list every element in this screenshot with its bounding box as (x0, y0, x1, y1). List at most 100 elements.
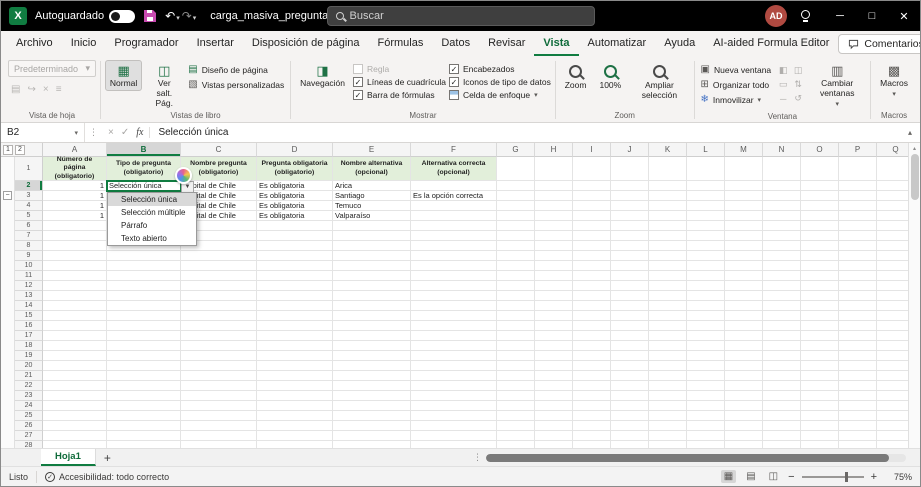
cell-E12[interactable] (333, 281, 411, 291)
cell-K7[interactable] (649, 231, 687, 241)
cell-K19[interactable] (649, 351, 687, 361)
cell-D11[interactable] (257, 271, 333, 281)
cell-O27[interactable] (801, 431, 839, 441)
cell-I11[interactable] (573, 271, 611, 281)
cell-L3[interactable] (687, 191, 725, 201)
cell-I24[interactable] (573, 401, 611, 411)
cell-I18[interactable] (573, 341, 611, 351)
cell-J28[interactable] (611, 441, 649, 448)
cell-B21[interactable] (107, 371, 181, 381)
cell-Q22[interactable] (877, 381, 908, 391)
cell-J5[interactable] (611, 211, 649, 221)
formula-bar-checkbox[interactable]: ✓Barra de fórmulas (353, 90, 446, 100)
cell-L6[interactable] (687, 221, 725, 231)
cell-N2[interactable] (763, 181, 801, 191)
cell-B1[interactable]: Tipo de pregunta (obligatorio) (107, 157, 181, 181)
cell-Q21[interactable] (877, 371, 908, 381)
ruler-checkbox[interactable]: Regla (353, 64, 446, 74)
column-header-L[interactable]: L (687, 143, 725, 157)
dropdown-option[interactable]: Texto abierto (108, 232, 196, 245)
cell-K17[interactable] (649, 331, 687, 341)
maximize-button[interactable]: □ (856, 1, 888, 31)
cell-A1[interactable]: Número de página (obligatorio) (43, 157, 107, 181)
cell-Q4[interactable] (877, 201, 908, 211)
cell-K22[interactable] (649, 381, 687, 391)
cell-E16[interactable] (333, 321, 411, 331)
tab-datos[interactable]: Datos (432, 33, 479, 56)
cell-D1[interactable]: Pregunta obligatoria (obligatorio) (257, 157, 333, 181)
cell-C21[interactable] (181, 371, 257, 381)
horizontal-scrollbar[interactable] (486, 454, 906, 462)
cell-O10[interactable] (801, 261, 839, 271)
column-header-H[interactable]: H (535, 143, 573, 157)
cell-M19[interactable] (725, 351, 763, 361)
cell-D28[interactable] (257, 441, 333, 448)
cell-D23[interactable] (257, 391, 333, 401)
cell-I3[interactable] (573, 191, 611, 201)
cell-H19[interactable] (535, 351, 573, 361)
tab-scrollbar-splitter[interactable]: ⋮ (473, 452, 482, 463)
column-header-Q[interactable]: Q (877, 143, 908, 157)
cell-O16[interactable] (801, 321, 839, 331)
cell-E21[interactable] (333, 371, 411, 381)
cell-N11[interactable] (763, 271, 801, 281)
dropdown-option[interactable]: Párrafo (108, 219, 196, 232)
cell-A17[interactable] (43, 331, 107, 341)
column-header-O[interactable]: O (801, 143, 839, 157)
cell-B27[interactable] (107, 431, 181, 441)
cell-H16[interactable] (535, 321, 573, 331)
cell-D22[interactable] (257, 381, 333, 391)
cell-I13[interactable] (573, 291, 611, 301)
column-header-J[interactable]: J (611, 143, 649, 157)
tab-ayuda[interactable]: Ayuda (655, 33, 704, 56)
tab-inicio[interactable]: Inicio (62, 33, 106, 56)
cell-K20[interactable] (649, 361, 687, 371)
zoom-level[interactable]: 75% (884, 472, 912, 482)
keep-sheet-view-icon[interactable]: ▤ (11, 85, 20, 95)
cell-J27[interactable] (611, 431, 649, 441)
row-header-17[interactable]: 17 (15, 331, 43, 341)
cell-D12[interactable] (257, 281, 333, 291)
cell-N1[interactable] (763, 157, 801, 181)
cell-G24[interactable] (497, 401, 535, 411)
row-header-23[interactable]: 23 (15, 391, 43, 401)
cell-C10[interactable] (181, 261, 257, 271)
cell-E22[interactable] (333, 381, 411, 391)
row-header-4[interactable]: 4 (15, 201, 43, 211)
cell-Q25[interactable] (877, 411, 908, 421)
cell-O8[interactable] (801, 241, 839, 251)
cell-P13[interactable] (839, 291, 877, 301)
cell-Q15[interactable] (877, 311, 908, 321)
cell-C1[interactable]: Nombre pregunta (obligatorio) (181, 157, 257, 181)
cell-A10[interactable] (43, 261, 107, 271)
cell-O17[interactable] (801, 331, 839, 341)
cell-H8[interactable] (535, 241, 573, 251)
cell-B15[interactable] (107, 311, 181, 321)
cell-L22[interactable] (687, 381, 725, 391)
cell-O1[interactable] (801, 157, 839, 181)
outline-collapse-button[interactable]: − (3, 191, 12, 200)
row-header-11[interactable]: 11 (15, 271, 43, 281)
cell-N28[interactable] (763, 441, 801, 448)
cell-O4[interactable] (801, 201, 839, 211)
cell-P5[interactable] (839, 211, 877, 221)
cell-C19[interactable] (181, 351, 257, 361)
cell-Q8[interactable] (877, 241, 908, 251)
cell-I27[interactable] (573, 431, 611, 441)
outline-level-1-button[interactable]: 1 (3, 145, 13, 155)
cell-N13[interactable] (763, 291, 801, 301)
cell-O7[interactable] (801, 231, 839, 241)
cell-I17[interactable] (573, 331, 611, 341)
zoom-in-button[interactable]: + (871, 471, 877, 483)
cell-E14[interactable] (333, 301, 411, 311)
cell-I10[interactable] (573, 261, 611, 271)
column-header-B[interactable]: B (107, 143, 181, 157)
cell-F28[interactable] (411, 441, 497, 448)
cell-D20[interactable] (257, 361, 333, 371)
tab-automatizar[interactable]: Automatizar (579, 33, 656, 56)
cell-L9[interactable] (687, 251, 725, 261)
cell-M7[interactable] (725, 231, 763, 241)
cell-L10[interactable] (687, 261, 725, 271)
cell-E19[interactable] (333, 351, 411, 361)
cell-D2[interactable]: Es obligatoria (257, 181, 333, 191)
